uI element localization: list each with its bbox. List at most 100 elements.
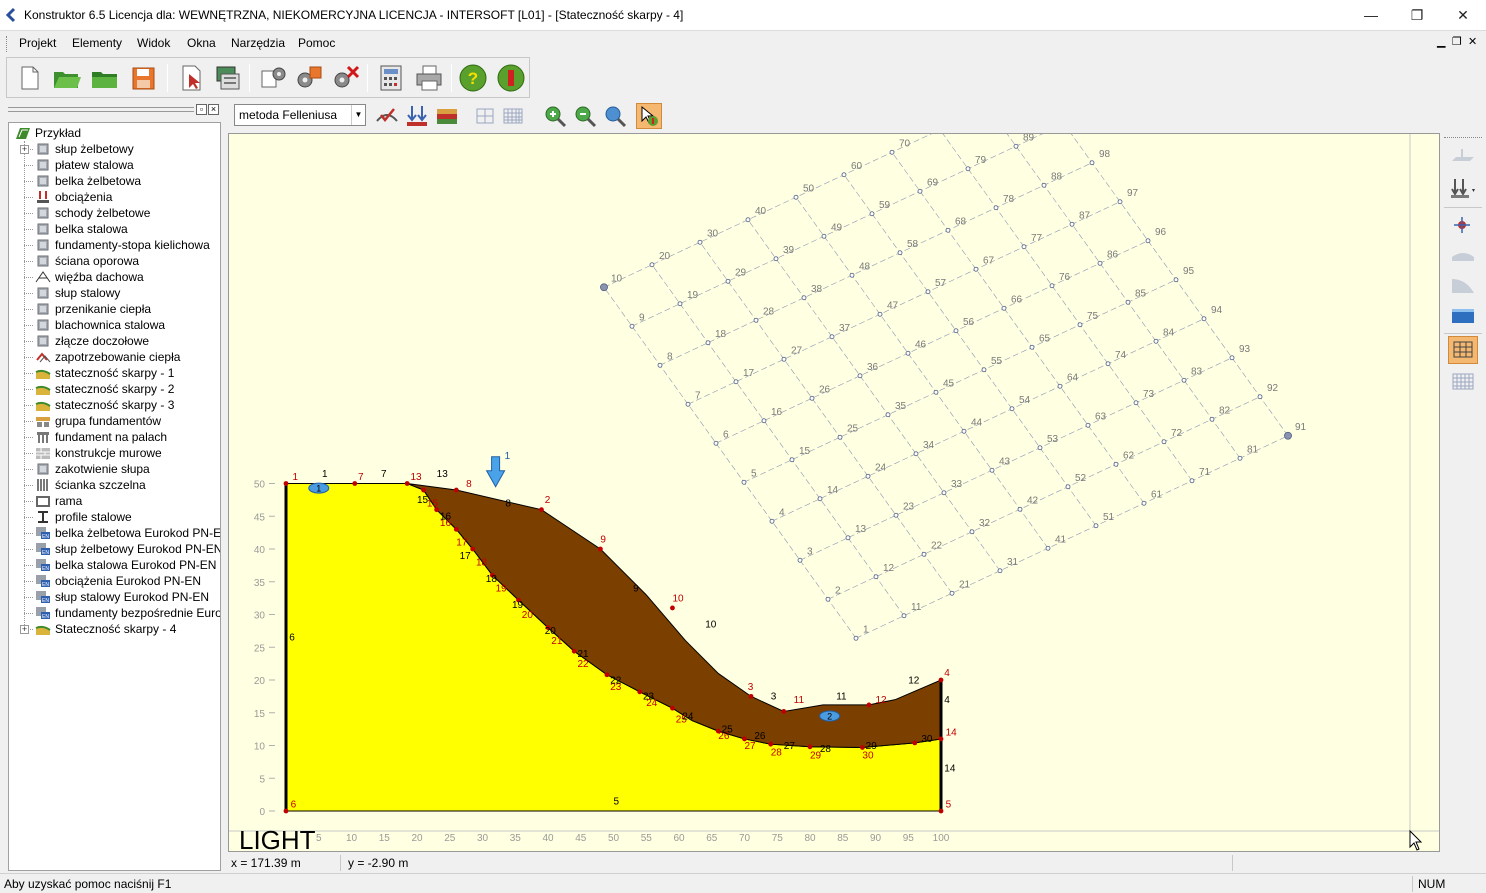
grid-node[interactable]	[1069, 221, 1075, 227]
open-folder-icon[interactable]	[51, 62, 83, 94]
grid-node[interactable]	[761, 418, 767, 424]
boundary-point[interactable]	[938, 677, 944, 683]
grid-node[interactable]	[1001, 305, 1007, 311]
grid-node[interactable]	[753, 317, 759, 323]
grid-node[interactable]	[1141, 500, 1147, 506]
grid-node[interactable]	[873, 574, 879, 580]
menu-elementy[interactable]: Elementy	[72, 36, 122, 50]
boundary-point[interactable]	[768, 741, 774, 747]
grid-node[interactable]	[1045, 545, 1051, 551]
grid-node[interactable]	[801, 295, 807, 301]
grid-node[interactable]	[885, 412, 891, 418]
boundary-point[interactable]	[352, 481, 358, 486]
maximize-button[interactable]: ❐	[1394, 0, 1440, 31]
mdi-close-button[interactable]: ✕	[1468, 35, 1477, 48]
grid-node[interactable]	[1029, 344, 1035, 350]
grid-node[interactable]	[1037, 445, 1043, 451]
grid-node[interactable]	[1117, 199, 1123, 205]
boundary-point[interactable]	[604, 672, 610, 678]
panel-close-button[interactable]: ×	[208, 104, 219, 115]
grid-node[interactable]	[1201, 316, 1207, 322]
info-icon[interactable]	[495, 62, 527, 94]
grid-node[interactable]	[945, 227, 951, 233]
grid-node[interactable]	[949, 590, 955, 596]
grid-node[interactable]	[925, 289, 931, 295]
layer-icon[interactable]	[1448, 241, 1478, 269]
method-select[interactable]: metoda Felleniusa ▼	[234, 104, 366, 126]
grid-node[interactable]	[629, 323, 635, 329]
grid-node[interactable]	[981, 367, 987, 373]
document-pointer-icon[interactable]	[175, 62, 207, 94]
grid-icon[interactable]	[472, 103, 498, 129]
boundary-point[interactable]	[866, 702, 872, 708]
grid-node[interactable]	[677, 301, 683, 307]
save-icon[interactable]	[127, 62, 159, 94]
grid-node[interactable]	[657, 362, 663, 368]
grid-table-button[interactable]	[1448, 336, 1478, 364]
grid-node[interactable]	[893, 512, 899, 518]
grid-node[interactable]	[993, 205, 999, 211]
grid-node[interactable]	[817, 496, 823, 502]
soil-layers-icon[interactable]	[434, 103, 460, 129]
grid-node[interactable]	[1229, 355, 1235, 361]
boundary-point[interactable]	[670, 705, 675, 711]
tree-expander[interactable]: +	[20, 145, 29, 154]
select-tool-button[interactable]	[636, 103, 662, 129]
grid-node[interactable]	[1113, 461, 1119, 467]
settings-gear-icon[interactable]	[257, 62, 289, 94]
grid-node[interactable]	[841, 172, 847, 178]
grid-node[interactable]	[1125, 299, 1131, 305]
print-preview-icon[interactable]	[211, 62, 243, 94]
load-arrows-icon[interactable]	[404, 103, 430, 129]
fine-grid-icon[interactable]	[500, 103, 526, 129]
grid-node[interactable]	[685, 401, 691, 407]
water-level-icon[interactable]	[1448, 301, 1478, 329]
grid-node[interactable]	[1189, 478, 1195, 484]
grid-node[interactable]	[897, 250, 903, 256]
menu-projekt[interactable]: Projekt	[19, 36, 56, 50]
boundary-point[interactable]	[571, 648, 577, 654]
grid-node[interactable]	[853, 635, 859, 641]
settings-delete-icon[interactable]	[329, 62, 361, 94]
grid-node[interactable]	[969, 529, 975, 535]
boundary-point[interactable]	[283, 481, 289, 486]
grid-node[interactable]	[1133, 400, 1139, 406]
drawing-canvas[interactable]: 0 5 10 15 20 25 30 35 40 45 50 5 10 15 20 25 30 35 40 45 50 5…	[228, 133, 1440, 852]
grid-node[interactable]	[600, 283, 608, 292]
add-point-icon[interactable]	[1448, 211, 1478, 239]
grid-node[interactable]	[961, 428, 967, 434]
grid-node[interactable]	[1093, 523, 1099, 529]
grid-node[interactable]	[877, 311, 883, 317]
grid-node[interactable]	[825, 596, 831, 602]
new-document-icon[interactable]	[13, 62, 45, 94]
grid-node[interactable]	[1284, 431, 1292, 440]
boundary-point[interactable]	[539, 507, 544, 513]
grid-node[interactable]	[1173, 277, 1179, 283]
distributed-load-icon[interactable]	[1448, 175, 1478, 203]
grid-node[interactable]	[1257, 394, 1263, 400]
grid-node[interactable]	[1009, 406, 1015, 412]
grid-node[interactable]	[917, 188, 923, 194]
grid-node[interactable]	[769, 518, 775, 524]
grid-node[interactable]	[857, 373, 863, 379]
boundary-point[interactable]	[781, 709, 787, 714]
grid-node[interactable]	[989, 467, 995, 473]
grid-node[interactable]	[745, 217, 751, 223]
folder-icon[interactable]	[89, 62, 121, 94]
grid-node[interactable]	[697, 239, 703, 245]
grid-node[interactable]	[1097, 260, 1103, 266]
menu-narzedzia[interactable]: Narzędzia	[231, 36, 285, 50]
settings-save-icon[interactable]	[293, 62, 325, 94]
grid-node[interactable]	[781, 356, 787, 362]
grid-node[interactable]	[773, 256, 779, 262]
grid-node[interactable]	[1153, 338, 1159, 344]
grid-node[interactable]	[1077, 322, 1083, 328]
grid-node[interactable]	[733, 379, 739, 385]
grid-node[interactable]	[1209, 416, 1215, 422]
grid-node[interactable]	[741, 479, 747, 485]
boundary-point[interactable]	[404, 481, 410, 486]
grid-node[interactable]	[933, 389, 939, 395]
grid-node[interactable]	[921, 551, 927, 557]
grid-node[interactable]	[1181, 377, 1187, 383]
grid-node[interactable]	[705, 340, 711, 346]
